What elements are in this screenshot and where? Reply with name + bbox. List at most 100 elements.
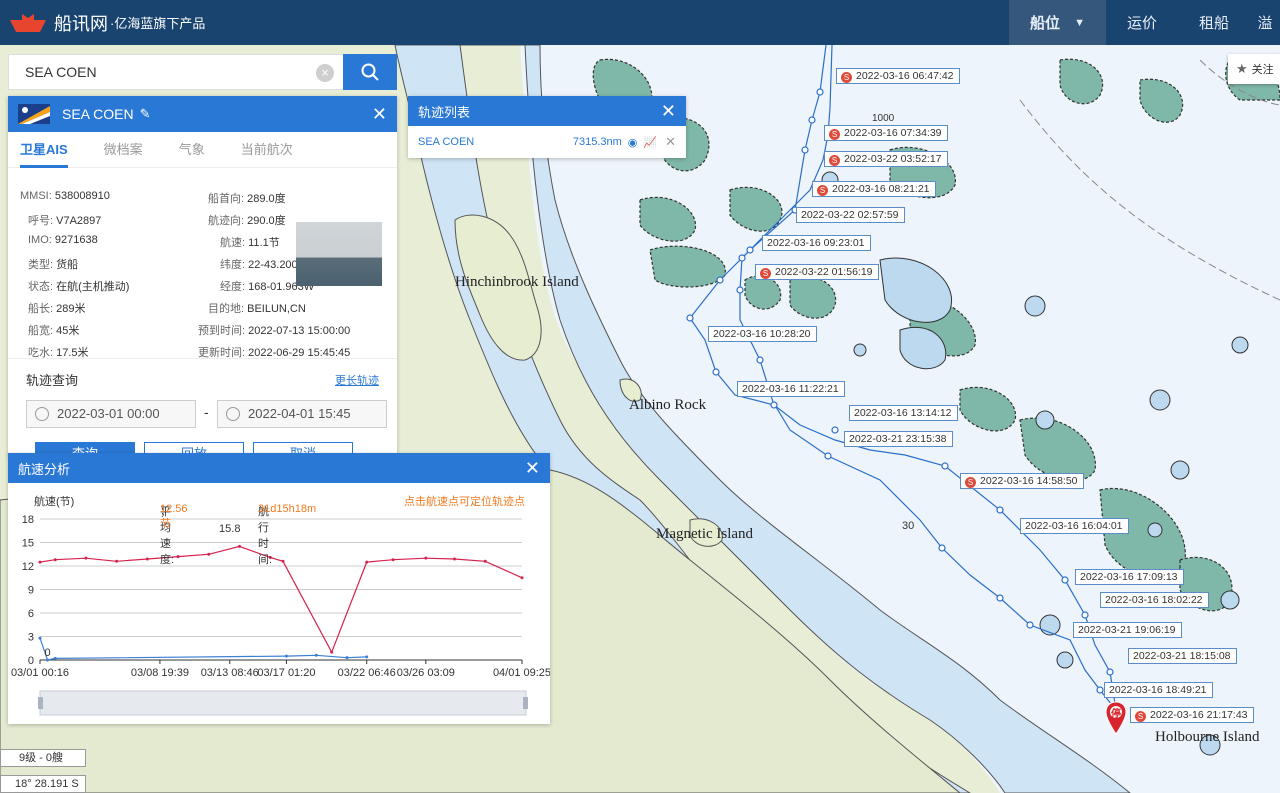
search-button[interactable] bbox=[343, 54, 397, 90]
track-label[interactable]: S 2022-03-22 03:52:17 bbox=[824, 151, 948, 167]
y-tick-label: 9 bbox=[28, 585, 34, 597]
x-tick-label: 03/01 00:16 bbox=[11, 667, 69, 679]
range-slider bbox=[39, 690, 527, 716]
ship-icon: S bbox=[841, 72, 852, 83]
speed-panel-title: 航速分析 bbox=[18, 461, 71, 477]
search-input[interactable] bbox=[9, 55, 299, 89]
ship-title: SEA COEN bbox=[62, 106, 134, 122]
delete-icon[interactable]: ✕ bbox=[665, 134, 676, 150]
close-icon[interactable]: ✕ bbox=[661, 102, 676, 120]
edit-icon[interactable]: ✎ bbox=[140, 106, 151, 122]
track-label[interactable]: 2022-03-16 16:04:01 bbox=[1020, 518, 1129, 534]
nav-freight[interactable]: 运价 bbox=[1106, 0, 1178, 45]
x-tick-label: 03/08 19:39 bbox=[131, 667, 189, 679]
track-label[interactable]: 2022-03-16 18:02:22 bbox=[1100, 592, 1209, 608]
chevron-down-icon: ▼ bbox=[1074, 16, 1085, 29]
nav-more[interactable]: 溢 bbox=[1250, 0, 1280, 45]
track-distance: 7315.3nm bbox=[572, 136, 622, 148]
speed-panel-header: 航速分析 ✕ bbox=[8, 453, 550, 483]
stop-marker-label: 停 bbox=[1111, 709, 1121, 720]
track-query-title: 轨迹查询 bbox=[26, 373, 79, 388]
depth-label: 30 bbox=[902, 520, 915, 532]
eye-icon[interactable]: ◉ bbox=[628, 136, 638, 149]
top-nav: 船位 ▼ 运价 租船 溢 bbox=[1009, 0, 1280, 45]
track-label[interactable]: 2022-03-16 18:49:21 bbox=[1104, 682, 1213, 698]
field-imo: IMO: 9271638 bbox=[28, 234, 98, 246]
track-label[interactable]: 2022-03-21 18:15:08 bbox=[1128, 648, 1237, 664]
speed-point bbox=[53, 558, 57, 562]
speed-point bbox=[207, 552, 211, 556]
nav-charter[interactable]: 租船 bbox=[1178, 0, 1250, 45]
speed-point bbox=[365, 560, 369, 564]
close-icon[interactable]: ✕ bbox=[372, 105, 387, 123]
track-row[interactable]: SEA COEN 7315.3nm ◉ 📈 ✕ bbox=[408, 126, 686, 158]
x-tick-label: 03/22 06:46 bbox=[338, 667, 396, 679]
speed-annotation: 0 bbox=[44, 647, 50, 659]
field-destination: 目的地: BEILUN,CN bbox=[208, 303, 306, 315]
track-label[interactable]: 2022-03-16 10:28:20 bbox=[708, 326, 817, 342]
tab-micro-archive[interactable]: 微档案 bbox=[104, 132, 143, 168]
speed-point bbox=[345, 656, 349, 660]
field-latitude: 纬度: 22-43.200N bbox=[220, 259, 306, 271]
speed-series-line bbox=[39, 637, 367, 661]
speed-point bbox=[53, 656, 57, 660]
track-label[interactable]: 2022-03-16 17:09:13 bbox=[1075, 569, 1184, 585]
field-type: 类型: 货船 bbox=[28, 259, 79, 271]
clock-icon bbox=[226, 407, 240, 421]
track-label[interactable]: S 2022-03-16 07:34:39 bbox=[824, 125, 948, 141]
track-label[interactable]: 2022-03-22 02:57:59 bbox=[796, 207, 905, 223]
track-label[interactable]: 2022-03-16 09:23:01 bbox=[762, 235, 871, 251]
ship-icon: S bbox=[1135, 711, 1146, 722]
track-label[interactable]: S 2022-03-16 06:47:42 bbox=[836, 68, 960, 84]
speed-point bbox=[365, 655, 369, 659]
x-tick-label: 03/13 08:46 bbox=[201, 667, 259, 679]
track-label[interactable]: S 2022-03-16 21:17:43 bbox=[1130, 707, 1254, 723]
speed-annotation: 15.8 bbox=[219, 523, 240, 535]
follow-button[interactable]: ★ 关注 bbox=[1228, 54, 1280, 84]
speed-point bbox=[314, 653, 318, 657]
clock-icon bbox=[35, 407, 49, 421]
nav-ship-position[interactable]: 船位 ▼ bbox=[1009, 0, 1106, 45]
speed-chart[interactable]: 036912151803/01 00:16 03/08 19:39 03/13 08… bbox=[8, 511, 551, 721]
track-list-header: 轨迹列表 ✕ bbox=[408, 96, 686, 126]
track-label[interactable]: 2022-03-21 23:15:38 bbox=[844, 431, 953, 447]
close-icon[interactable]: ✕ bbox=[525, 459, 540, 477]
track-label[interactable]: S 2022-03-16 08:21:21 bbox=[812, 181, 936, 197]
ship-photo[interactable] bbox=[296, 222, 382, 286]
x-tick-label: 04/01 09:25 bbox=[493, 667, 550, 679]
track-label[interactable]: 2022-03-21 19:06:19 bbox=[1073, 622, 1182, 638]
speed-point bbox=[520, 576, 524, 580]
chart-icon[interactable]: 📈 bbox=[643, 136, 657, 149]
date-to-input[interactable]: 2022-04-01 15:45 bbox=[217, 400, 387, 428]
zoom-level: 9级 - 0艘 bbox=[0, 749, 86, 767]
tab-current-voyage[interactable]: 当前航次 bbox=[241, 132, 293, 168]
speed-point bbox=[38, 636, 42, 640]
speed-point bbox=[483, 559, 487, 563]
y-tick-label: 6 bbox=[28, 608, 34, 620]
track-label[interactable]: S 2022-03-22 01:56:19 bbox=[755, 264, 879, 280]
logo-text: 船讯网 bbox=[54, 13, 108, 34]
ship-logo-icon bbox=[10, 13, 46, 32]
y-tick-label: 3 bbox=[28, 632, 34, 644]
more-tracks-link[interactable]: 更长轨迹 bbox=[335, 372, 379, 388]
place-albino-rock: Albino Rock bbox=[629, 397, 707, 413]
track-label[interactable]: 2022-03-16 11:22:21 bbox=[737, 381, 845, 397]
search-icon bbox=[361, 63, 379, 81]
star-icon: ★ bbox=[1236, 61, 1248, 76]
speed-point bbox=[453, 557, 457, 561]
track-list-panel: 轨迹列表 ✕ SEA COEN 7315.3nm ◉ 📈 ✕ bbox=[408, 96, 686, 158]
place-magnetic-island: Magnetic Island bbox=[656, 526, 754, 542]
field-mmsi: MMSI: 538008910 bbox=[20, 190, 110, 202]
speed-point bbox=[176, 555, 180, 559]
y-tick-label: 15 bbox=[22, 538, 34, 550]
date-from-input[interactable]: 2022-03-01 00:00 bbox=[26, 400, 196, 428]
ship-icon: S bbox=[965, 477, 976, 488]
field-eta: 预到时间: 2022-07-13 15:00:00 bbox=[198, 325, 351, 337]
clear-icon[interactable]: × bbox=[316, 64, 334, 82]
tab-satellite-ais[interactable]: 卫星AIS bbox=[20, 132, 68, 168]
search-box: × bbox=[8, 54, 344, 90]
track-label[interactable]: 2022-03-16 13:14:12 bbox=[849, 405, 958, 421]
tab-weather[interactable]: 气象 bbox=[179, 132, 205, 168]
track-label[interactable]: S 2022-03-16 14:58:50 bbox=[960, 473, 1084, 489]
logo[interactable]: 船讯网 ·亿海蓝旗下产品 bbox=[8, 0, 205, 45]
